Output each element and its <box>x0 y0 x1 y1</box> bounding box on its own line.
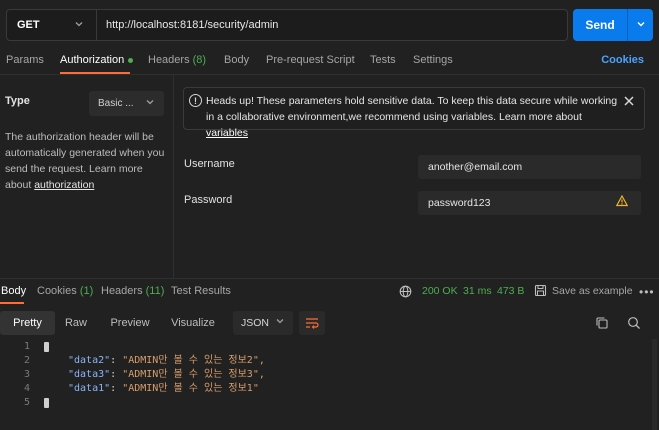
chevron-down-icon <box>145 97 155 110</box>
json-value: "ADMIN만 볼 수 있는 정보1" <box>122 383 259 394</box>
scrollbar[interactable] <box>652 339 657 430</box>
response-active-underline <box>0 302 24 304</box>
fold-icon[interactable] <box>44 398 49 408</box>
tab-headers-label: Headers <box>148 54 190 66</box>
json-key: "data2" <box>68 355 111 366</box>
panel-divider[interactable] <box>173 75 174 278</box>
view-visualize[interactable]: Visualize <box>165 311 221 335</box>
url-bar: GET http://localhost:8181/security/admin <box>6 9 568 41</box>
json-value: "ADMIN만 볼 수 있는 정보2", <box>122 355 265 366</box>
tab-headers[interactable]: Headers (8) <box>148 54 206 66</box>
json-key: "data1" <box>68 383 111 394</box>
chevron-down-icon <box>74 19 84 32</box>
method-select[interactable]: GET <box>7 10 97 40</box>
tab-headers-count: (8) <box>192 54 207 66</box>
response-body-code[interactable]: 1 2 "data2": "ADMIN만 볼 수 있는 정보2", 3 "dat… <box>0 339 659 430</box>
tab-body[interactable]: Body <box>224 54 249 66</box>
password-label: Password <box>184 194 233 206</box>
tab-prerequest-script[interactable]: Pre-request Script <box>266 54 355 66</box>
cookies-link[interactable]: Cookies <box>601 54 644 66</box>
auth-type-select[interactable]: Basic ... <box>89 91 164 116</box>
response-tab-headers-count: (11) <box>145 285 165 297</box>
fold-icon[interactable] <box>44 342 49 352</box>
active-dot <box>128 57 134 63</box>
code-text: "data3": "ADMIN만 볼 수 있는 정보3", <box>68 369 265 380</box>
format-select[interactable]: JSON <box>233 311 293 335</box>
auth-description: The authorization header will be automat… <box>5 129 167 193</box>
info-icon: ! <box>189 94 202 107</box>
username-input[interactable]: another@email.com <box>418 155 641 179</box>
response-tab-cookies-label: Cookies <box>37 285 77 297</box>
warning-icon <box>615 194 629 210</box>
tab-authorization-label: Authorization <box>60 54 125 66</box>
globe-icon[interactable] <box>399 285 412 301</box>
chevron-down-icon <box>275 316 285 329</box>
line-number: 5 <box>23 397 30 408</box>
response-time[interactable]: 31 ms <box>463 285 492 297</box>
code-line: 1 <box>0 340 659 354</box>
response-tab-cookies[interactable]: Cookies (1) <box>37 285 93 297</box>
auth-type-value: Basic ... <box>98 98 134 109</box>
warning-text: Heads up! These parameters hold sensitiv… <box>206 93 626 141</box>
variables-link[interactable]: variables <box>206 127 248 139</box>
code-line: 4 "data1": "ADMIN만 볼 수 있는 정보1" <box>0 382 659 396</box>
status-code[interactable]: 200 OK <box>422 285 458 297</box>
password-value: password123 <box>428 197 491 209</box>
send-button[interactable]: Send <box>573 9 627 41</box>
tab-settings[interactable]: Settings <box>413 54 453 66</box>
tab-authorization[interactable]: Authorization <box>60 54 134 66</box>
line-number: 2 <box>23 355 30 366</box>
code-line: 5 <box>0 396 659 410</box>
response-divider[interactable] <box>0 278 659 279</box>
warning-message: Heads up! These parameters hold sensitiv… <box>206 95 618 123</box>
json-value: "ADMIN만 볼 수 있는 정보3", <box>122 369 265 380</box>
response-size[interactable]: 473 B <box>497 285 524 297</box>
authorization-link[interactable]: authorization <box>34 179 94 191</box>
request-tabs: Params Authorization Headers (8) Body Pr… <box>0 50 659 74</box>
auth-type-label: Type <box>5 95 30 107</box>
chevron-down-icon <box>636 19 646 32</box>
response-tab-test-results[interactable]: Test Results <box>171 285 231 297</box>
divider <box>0 74 659 75</box>
url-input[interactable]: http://localhost:8181/security/admin <box>97 19 278 31</box>
more-icon[interactable]: ••• <box>639 285 655 299</box>
method-label: GET <box>17 19 40 31</box>
json-key: "data3" <box>68 369 111 380</box>
save-icon <box>534 284 547 300</box>
code-text: "data1": "ADMIN만 볼 수 있는 정보1" <box>68 383 259 394</box>
view-raw[interactable]: Raw <box>57 311 95 335</box>
response-tab-cookies-count: (1) <box>79 285 94 297</box>
response-tab-headers-label: Headers <box>101 285 143 297</box>
tab-tests[interactable]: Tests <box>370 54 396 66</box>
close-icon[interactable] <box>623 94 635 110</box>
line-number: 3 <box>23 369 30 380</box>
response-tab-headers[interactable]: Headers (11) <box>101 285 164 297</box>
line-number: 1 <box>23 341 30 352</box>
code-text: "data2": "ADMIN만 볼 수 있는 정보2", <box>68 355 265 366</box>
send-dropdown-button[interactable] <box>628 9 653 41</box>
line-number: 4 <box>23 383 30 394</box>
save-as-example-button[interactable]: Save as example <box>552 285 633 297</box>
code-line: 2 "data2": "ADMIN만 볼 수 있는 정보2", <box>0 354 659 368</box>
response-tab-body[interactable]: Body <box>1 285 26 297</box>
code-line: 3 "data3": "ADMIN만 볼 수 있는 정보3", <box>0 368 659 382</box>
format-value: JSON <box>241 317 270 329</box>
view-pretty[interactable]: Pretty <box>0 311 55 335</box>
copy-icon[interactable] <box>595 316 609 333</box>
send-button-group: Send <box>573 9 653 41</box>
search-icon[interactable] <box>627 316 641 333</box>
password-input[interactable]: password123 <box>418 191 641 215</box>
view-preview[interactable]: Preview <box>103 311 157 335</box>
tab-params[interactable]: Params <box>6 54 44 66</box>
wrap-icon[interactable] <box>299 311 325 335</box>
sensitive-data-warning: ! Heads up! These parameters hold sensit… <box>183 87 645 139</box>
username-label: Username <box>184 158 235 170</box>
